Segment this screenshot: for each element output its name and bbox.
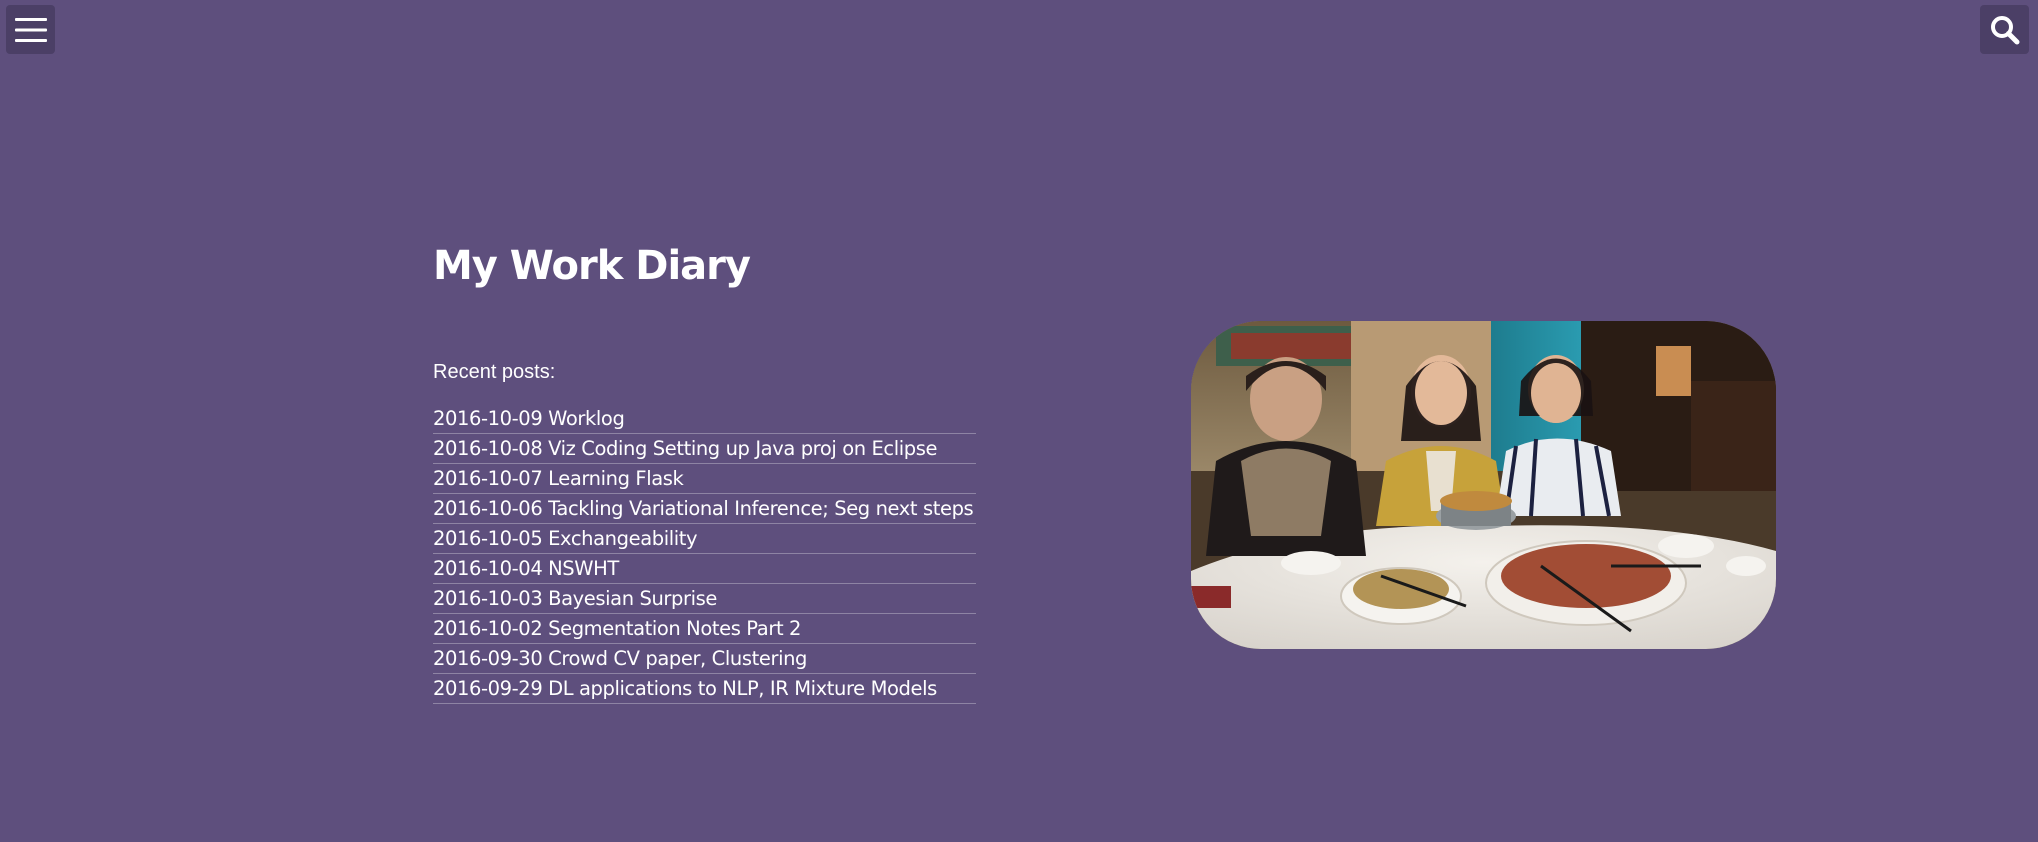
post-link[interactable]: 2016-10-03 Bayesian Surprise [433, 584, 976, 613]
recent-posts-list: 2016-10-09 Worklog 2016-10-08 Viz Coding… [433, 404, 976, 704]
post-link[interactable]: 2016-10-08 Viz Coding Setting up Java pr… [433, 434, 976, 463]
post-link[interactable]: 2016-10-05 Exchangeability [433, 524, 976, 553]
page-title: My Work Diary [433, 243, 751, 289]
post-link[interactable]: 2016-10-02 Segmentation Notes Part 2 [433, 614, 976, 643]
post-link[interactable]: 2016-10-07 Learning Flask [433, 464, 976, 493]
search-icon [1990, 15, 2020, 45]
list-item: 2016-10-09 Worklog [433, 404, 976, 434]
post-link[interactable]: 2016-10-09 Worklog [433, 404, 976, 433]
post-link[interactable]: 2016-09-30 Crowd CV paper, Clustering [433, 644, 976, 673]
post-link[interactable]: 2016-10-04 NSWHT [433, 554, 976, 583]
list-item: 2016-10-04 NSWHT [433, 554, 976, 584]
menu-button[interactable] [6, 5, 55, 54]
list-item: 2016-10-03 Bayesian Surprise [433, 584, 976, 614]
hamburger-menu-icon [14, 17, 47, 43]
recent-posts-label: Recent posts: [433, 361, 556, 383]
page: My Work Diary Recent posts: 2016-10-09 W… [0, 0, 2038, 842]
list-item: 2016-10-06 Tackling Variational Inferenc… [433, 494, 976, 524]
search-button[interactable] [1980, 5, 2029, 54]
list-item: 2016-10-02 Segmentation Notes Part 2 [433, 614, 976, 644]
post-link[interactable]: 2016-10-06 Tackling Variational Inferenc… [433, 494, 976, 523]
list-item: 2016-10-08 Viz Coding Setting up Java pr… [433, 434, 976, 464]
list-item: 2016-09-30 Crowd CV paper, Clustering [433, 644, 976, 674]
list-item: 2016-09-29 DL applications to NLP, IR Mi… [433, 674, 976, 704]
list-item: 2016-10-07 Learning Flask [433, 464, 976, 494]
post-link[interactable]: 2016-09-29 DL applications to NLP, IR Mi… [433, 674, 976, 703]
list-item: 2016-10-05 Exchangeability [433, 524, 976, 554]
profile-photo [1191, 321, 1776, 649]
